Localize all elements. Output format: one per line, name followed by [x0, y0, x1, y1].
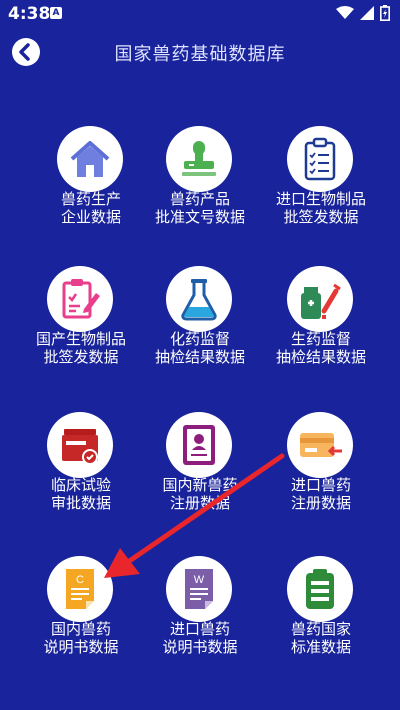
medicine-syringe-icon — [301, 283, 341, 319]
document-c-icon: C — [66, 569, 94, 609]
import-card-icon — [300, 433, 342, 457]
flask-icon — [181, 279, 217, 321]
tile-import-drug-registration-data[interactable]: 进口兽药 注册数据 — [256, 404, 386, 524]
tile-import-manual-data[interactable]: W 进口兽药 说明书数据 — [135, 548, 265, 668]
status-time: 4:38 — [8, 4, 51, 24]
tile-label: 兽药产品 批准文号数据 — [154, 190, 245, 226]
battery-icon — [380, 5, 390, 21]
signal-icon — [360, 6, 374, 20]
tile-label: 化药监督 抽检结果数据 — [154, 330, 245, 366]
tile-icon-circle — [166, 126, 232, 192]
tile-bio-inspection-data[interactable]: 生药监督 抽检结果数据 — [256, 258, 386, 378]
svg-text:C: C — [76, 574, 84, 586]
tile-label: 生药监督 抽检结果数据 — [275, 330, 366, 366]
tile-icon-circle: W — [166, 556, 232, 622]
approval-folder-icon — [62, 429, 98, 465]
tile-domestic-manual-data[interactable]: C 国内兽药 说明书数据 — [16, 548, 146, 668]
tile-label: 国内新兽药 注册数据 — [162, 476, 238, 512]
tile-label: 国内兽药 说明书数据 — [43, 620, 119, 656]
tile-icon-circle — [287, 266, 353, 332]
house-icon — [70, 141, 110, 177]
tile-new-drug-registration-data[interactable]: 国内新兽药 注册数据 — [135, 404, 265, 524]
tile-national-standard-data[interactable]: 兽药国家 标准数据 — [256, 548, 386, 668]
tile-import-bio-batch-data[interactable]: 进口生物制品 批签发数据 — [256, 118, 386, 238]
tile-label: 进口生物制品 批签发数据 — [275, 190, 366, 226]
standard-clipboard-icon — [306, 569, 334, 609]
document-w-icon: W — [185, 569, 213, 609]
tile-chemical-inspection-data[interactable]: 化药监督 抽检结果数据 — [135, 258, 265, 378]
id-document-icon — [183, 425, 215, 465]
page-title: 国家兽药基础数据库 — [114, 44, 286, 65]
tile-icon-circle — [166, 412, 232, 478]
tile-label: 兽药国家 标准数据 — [290, 620, 351, 656]
tile-icon-circle: C — [47, 556, 113, 622]
tile-domestic-bio-batch-data[interactable]: 国产生物制品 批签发数据 — [16, 258, 146, 378]
svg-text:W: W — [194, 574, 205, 586]
notification-icon: A — [50, 7, 62, 19]
tile-icon-circle — [57, 126, 123, 192]
tile-label: 临床试验 审批数据 — [50, 476, 111, 512]
stamp-icon — [182, 141, 216, 176]
wifi-icon — [336, 6, 354, 19]
tile-icon-circle — [166, 266, 232, 332]
clipboard-checklist-icon — [304, 137, 336, 181]
status-bar: 4:38 A — [0, 0, 400, 28]
tile-icon-circle — [47, 266, 113, 332]
tile-icon-circle — [47, 412, 113, 478]
tile-label: 进口兽药 说明书数据 — [162, 620, 238, 656]
tile-approval-number-data[interactable]: 兽药产品 批准文号数据 — [135, 118, 265, 238]
tile-icon-circle — [287, 126, 353, 192]
clipboard-pen-icon — [62, 279, 100, 319]
tile-clinical-trial-data[interactable]: 临床试验 审批数据 — [16, 404, 146, 524]
tile-icon-circle — [287, 556, 353, 622]
tile-label: 国产生物制品 批签发数据 — [35, 330, 126, 366]
status-icons — [336, 5, 390, 21]
tile-icon-circle — [287, 412, 353, 478]
app-bar: 国家兽药基础数据库 — [0, 28, 400, 76]
tile-label: 进口兽药 注册数据 — [290, 476, 351, 512]
